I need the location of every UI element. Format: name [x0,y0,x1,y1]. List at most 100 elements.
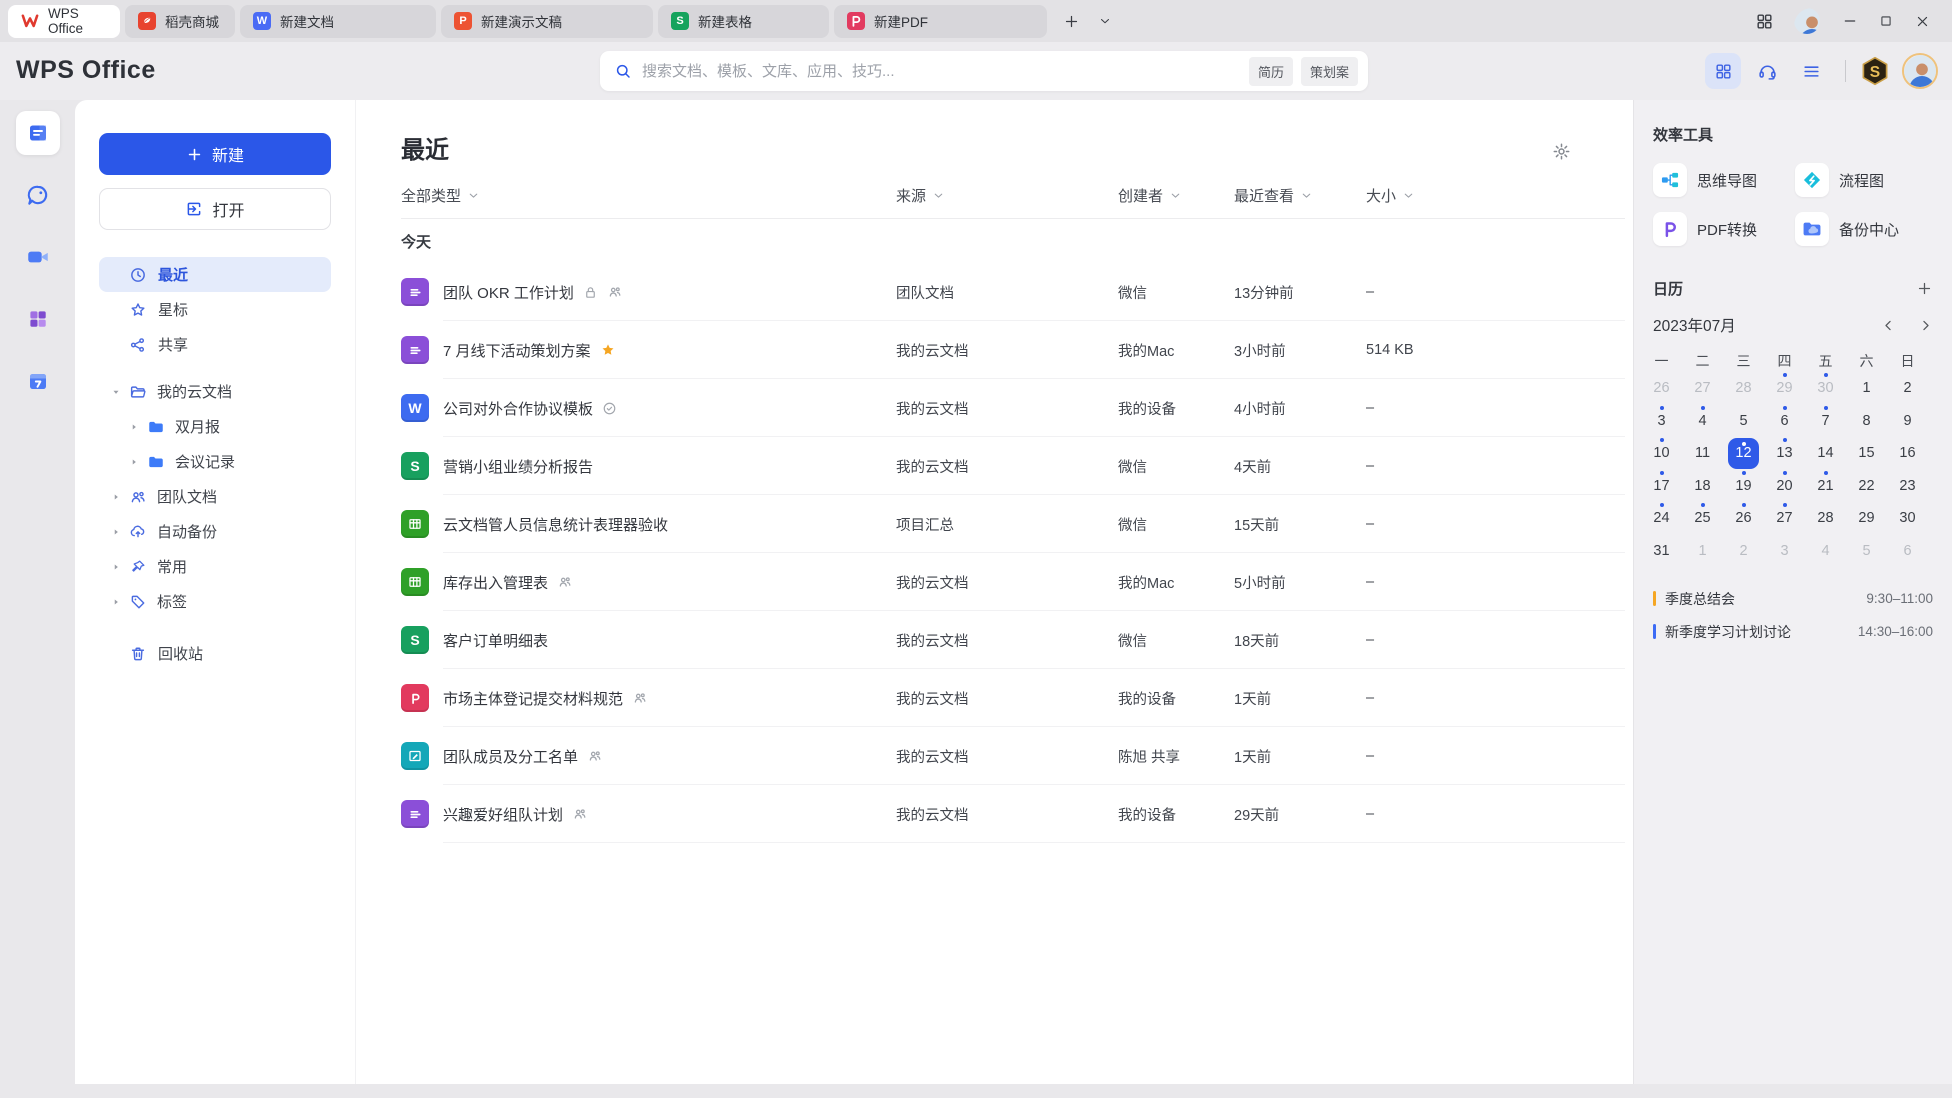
minimize-button[interactable] [1832,3,1868,39]
app-tab-new-sheet[interactable]: S 新建表格 [658,4,829,38]
caret-right-icon[interactable] [111,527,121,537]
search-bar[interactable]: 简历 策划案 [600,51,1368,91]
rail-chat-button[interactable] [16,173,60,217]
calendar-day[interactable]: 29 [1764,372,1805,405]
filter-all-types[interactable]: 全部类型 [401,185,896,206]
file-row[interactable]: 库存出入管理表 我的云文档 我的Mac 5小时前 – [401,553,1625,611]
calendar-day[interactable]: 28 [1805,502,1846,535]
calendar-day[interactable]: 6 [1887,535,1928,568]
filter-size[interactable]: 大小 [1366,185,1625,206]
calendar-day[interactable]: 27 [1682,372,1723,405]
caret-down-icon[interactable] [111,387,121,397]
calendar-day[interactable]: 13 [1764,437,1805,470]
sidebar-tree-item-folder[interactable]: 双月报 [99,409,331,444]
add-event-button[interactable] [1916,280,1933,297]
menu-button[interactable] [1793,53,1829,89]
calendar-day[interactable]: 11 [1682,437,1723,470]
calendar-day[interactable]: 15 [1846,437,1887,470]
new-tab-button[interactable] [1056,6,1086,36]
tool-pdf-convert[interactable]: PDF转换 [1653,207,1791,251]
file-row[interactable]: 团队 OKR 工作计划 团队文档 微信 13分钟前 – [401,263,1625,321]
sidebar-tree-item-tag[interactable]: 标签 [99,584,331,619]
sidebar-tree-item-pin[interactable]: 常用 [99,549,331,584]
calendar-day[interactable]: 6 [1764,405,1805,438]
calendar-day[interactable]: 2 [1723,535,1764,568]
file-row[interactable]: 团队成员及分工名单 我的云文档 陈旭 共享 1天前 – [401,727,1625,785]
sidebar-item-share[interactable]: 共享 [99,327,331,362]
file-row[interactable]: S 客户订单明细表 我的云文档 微信 18天前 – [401,611,1625,669]
calendar-day[interactable]: 9 [1887,405,1928,438]
filter-creator[interactable]: 创建者 [1118,185,1234,206]
search-input[interactable] [642,62,1241,80]
calendar-day[interactable]: 18 [1682,470,1723,503]
calendar-day[interactable]: 7 [1805,405,1846,438]
caret-right-icon[interactable] [111,562,121,572]
tool-flowchart[interactable]: 流程图 [1795,158,1933,202]
calendar-day[interactable]: 8 [1846,405,1887,438]
file-row[interactable]: W 公司对外合作协议模板 我的云文档 我的设备 4小时前 – [401,379,1625,437]
calendar-day[interactable]: 22 [1846,470,1887,503]
calendar-day[interactable]: 30 [1805,372,1846,405]
tab-list-dropdown-button[interactable] [1090,6,1120,36]
file-row[interactable]: 市场主体登记提交材料规范 我的云文档 我的设备 1天前 – [401,669,1625,727]
calendar-event[interactable]: 新季度学习计划讨论 14:30–16:00 [1653,615,1933,648]
calendar-day[interactable]: 2 [1887,372,1928,405]
calendar-day[interactable]: 21 [1805,470,1846,503]
calendar-day[interactable]: 4 [1805,535,1846,568]
calendar-day[interactable]: 3 [1641,405,1682,438]
filter-last-viewed[interactable]: 最近查看 [1234,185,1366,206]
calendar-day[interactable]: 31 [1641,535,1682,568]
rail-meeting-button[interactable] [16,235,60,279]
app-tab-wps-home[interactable]: WPS Office [8,4,120,38]
list-settings-button[interactable] [1552,142,1571,161]
tool-mindmap[interactable]: 思维导图 [1653,158,1791,202]
search-tag-plan[interactable]: 策划案 [1300,56,1358,86]
caret-right-icon[interactable] [111,492,121,502]
close-button[interactable] [1904,3,1940,39]
calendar-prev-button[interactable] [1881,318,1896,333]
sidebar-item-clock[interactable]: 最近 [99,257,331,292]
tool-backup-center[interactable]: 备份中心 [1795,207,1933,251]
app-tab-docer-store[interactable]: 稻壳商城 [125,4,235,38]
calendar-day[interactable]: 27 [1764,502,1805,535]
app-tab-new-ppt[interactable]: P 新建演示文稿 [441,4,653,38]
calendar-day[interactable]: 28 [1723,372,1764,405]
rail-calendar-button[interactable] [16,359,60,403]
sidebar-tree-item-team[interactable]: 团队文档 [99,479,331,514]
calendar-next-button[interactable] [1918,318,1933,333]
caret-right-icon[interactable] [129,422,139,432]
view-grid-button[interactable] [1705,53,1741,89]
calendar-day[interactable]: 3 [1764,535,1805,568]
rail-documents-button[interactable] [15,111,60,155]
apps-grid-button[interactable] [1746,3,1782,39]
file-row[interactable]: 云文档管人员信息统计表理器验收 项目汇总 微信 15天前 – [401,495,1625,553]
caret-right-icon[interactable] [129,457,139,467]
calendar-day[interactable]: 17 [1641,470,1682,503]
search-tag-resume[interactable]: 简历 [1248,56,1293,86]
calendar-day[interactable]: 26 [1641,372,1682,405]
calendar-day[interactable]: 30 [1887,502,1928,535]
calendar-day[interactable]: 12 [1723,437,1764,470]
sidebar-tree-item-cloud-backup[interactable]: 自动备份 [99,514,331,549]
filter-source[interactable]: 来源 [896,185,1118,206]
calendar-day[interactable]: 1 [1682,535,1723,568]
support-button[interactable] [1749,53,1785,89]
calendar-day[interactable]: 25 [1682,502,1723,535]
vip-badge[interactable]: S [1858,54,1892,88]
file-row[interactable]: S 营销小组业绩分析报告 我的云文档 微信 4天前 – [401,437,1625,495]
app-tab-new-pdf[interactable]: 新建PDF [834,4,1047,38]
calendar-day[interactable]: 16 [1887,437,1928,470]
calendar-day[interactable]: 26 [1723,502,1764,535]
calendar-day[interactable]: 23 [1887,470,1928,503]
calendar-event[interactable]: 季度总结会 9:30–11:00 [1653,582,1933,615]
user-avatar[interactable] [1902,53,1938,89]
caret-right-icon[interactable] [111,597,121,607]
calendar-day[interactable]: 1 [1846,372,1887,405]
calendar-day[interactable]: 19 [1723,470,1764,503]
new-button[interactable]: 新建 [99,133,331,175]
calendar-day[interactable]: 4 [1682,405,1723,438]
open-button[interactable]: 打开 [99,188,331,230]
calendar-day[interactable]: 29 [1846,502,1887,535]
calendar-day[interactable]: 14 [1805,437,1846,470]
file-row[interactable]: 兴趣爱好组队计划 我的云文档 我的设备 29天前 – [401,785,1625,843]
